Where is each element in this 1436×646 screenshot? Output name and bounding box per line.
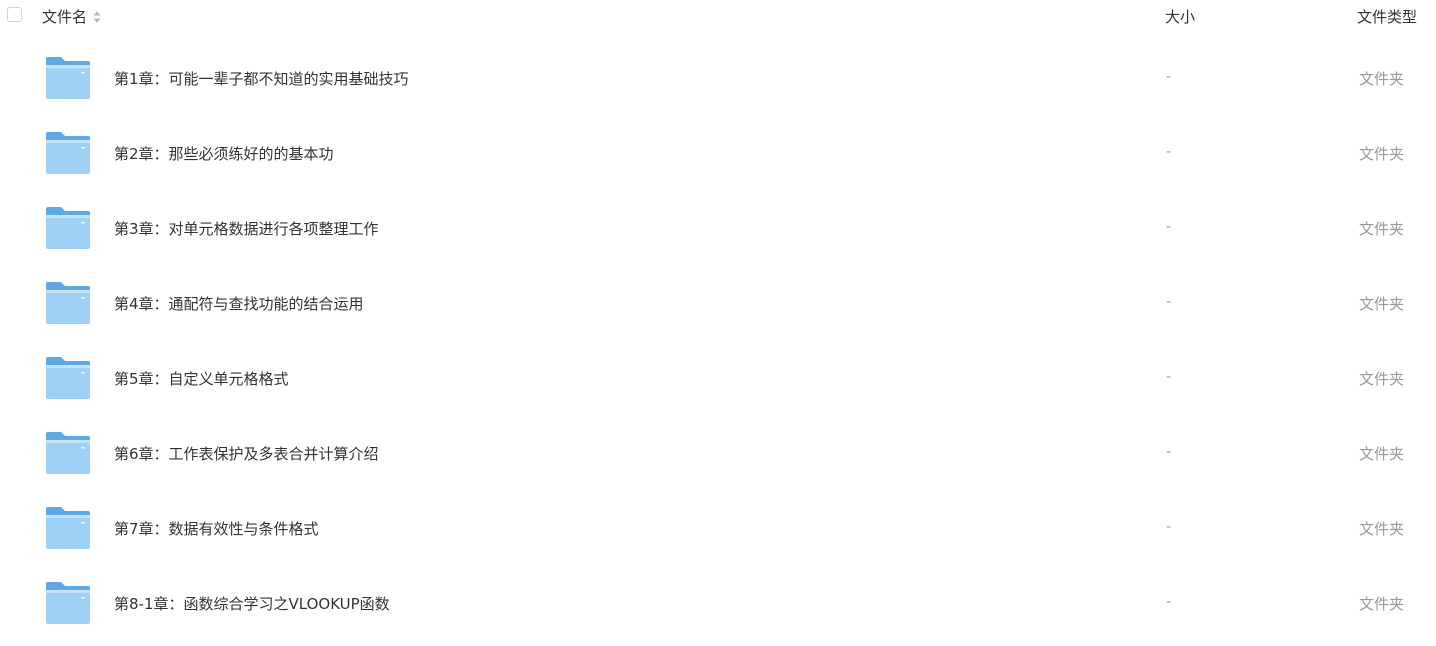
type-column-header[interactable]: 文件类型 <box>1357 6 1417 27</box>
file-row[interactable]: 第3章：对单元格数据进行各项整理工作 - 文件夹 <box>0 190 1436 265</box>
file-name[interactable]: 第8-1章：函数综合学习之VLOOKUP函数 <box>114 593 390 614</box>
file-type: 文件夹 <box>1359 295 1405 313</box>
file-type: 文件夹 <box>1359 445 1405 463</box>
folder-icon <box>46 57 90 99</box>
sort-icon[interactable] <box>93 10 101 24</box>
file-size: - <box>1166 219 1172 235</box>
file-type: 文件夹 <box>1359 70 1405 88</box>
file-size: - <box>1166 144 1172 160</box>
file-type: 文件夹 <box>1359 520 1405 538</box>
file-list: 第1章：可能一辈子都不知道的实用基础技巧 - 文件夹 第2章：那些必须练好的的基… <box>0 40 1436 640</box>
size-column-header[interactable]: 大小 <box>1165 6 1195 27</box>
file-name[interactable]: 第5章：自定义单元格格式 <box>114 368 289 389</box>
file-size: - <box>1166 519 1172 535</box>
file-row[interactable]: 第8-1章：函数综合学习之VLOOKUP函数 - 文件夹 <box>0 565 1436 640</box>
folder-icon <box>46 207 90 249</box>
sort-by-name-header[interactable]: 文件名 <box>42 6 101 27</box>
file-name[interactable]: 第2章：那些必须练好的的基本功 <box>114 143 334 164</box>
file-size: - <box>1166 444 1172 460</box>
folder-icon <box>46 507 90 549</box>
file-row[interactable]: 第7章：数据有效性与条件格式 - 文件夹 <box>0 490 1436 565</box>
folder-icon <box>46 282 90 324</box>
file-row[interactable]: 第2章：那些必须练好的的基本功 - 文件夹 <box>0 115 1436 190</box>
file-size: - <box>1166 594 1172 610</box>
file-name[interactable]: 第7章：数据有效性与条件格式 <box>114 518 319 539</box>
name-column-label: 文件名 <box>42 8 88 26</box>
folder-icon <box>46 132 90 174</box>
file-size: - <box>1166 369 1172 385</box>
file-name[interactable]: 第3章：对单元格数据进行各项整理工作 <box>114 218 379 239</box>
file-size: - <box>1166 69 1172 85</box>
file-type: 文件夹 <box>1359 220 1405 238</box>
file-name[interactable]: 第4章：通配符与查找功能的结合运用 <box>114 293 364 314</box>
file-row[interactable]: 第5章：自定义单元格格式 - 文件夹 <box>0 340 1436 415</box>
folder-icon <box>46 357 90 399</box>
file-list-header: 文件名 大小 文件类型 <box>0 0 1436 32</box>
folder-icon <box>46 582 90 624</box>
folder-icon <box>46 432 90 474</box>
file-type: 文件夹 <box>1359 595 1405 613</box>
file-row[interactable]: 第1章：可能一辈子都不知道的实用基础技巧 - 文件夹 <box>0 40 1436 115</box>
file-size: - <box>1166 294 1172 310</box>
file-type: 文件夹 <box>1359 370 1405 388</box>
file-row[interactable]: 第6章：工作表保护及多表合并计算介绍 - 文件夹 <box>0 415 1436 490</box>
select-all-checkbox[interactable] <box>7 7 22 22</box>
file-name[interactable]: 第1章：可能一辈子都不知道的实用基础技巧 <box>114 68 409 89</box>
file-type: 文件夹 <box>1359 145 1405 163</box>
file-name[interactable]: 第6章：工作表保护及多表合并计算介绍 <box>114 443 379 464</box>
file-row[interactable]: 第4章：通配符与查找功能的结合运用 - 文件夹 <box>0 265 1436 340</box>
